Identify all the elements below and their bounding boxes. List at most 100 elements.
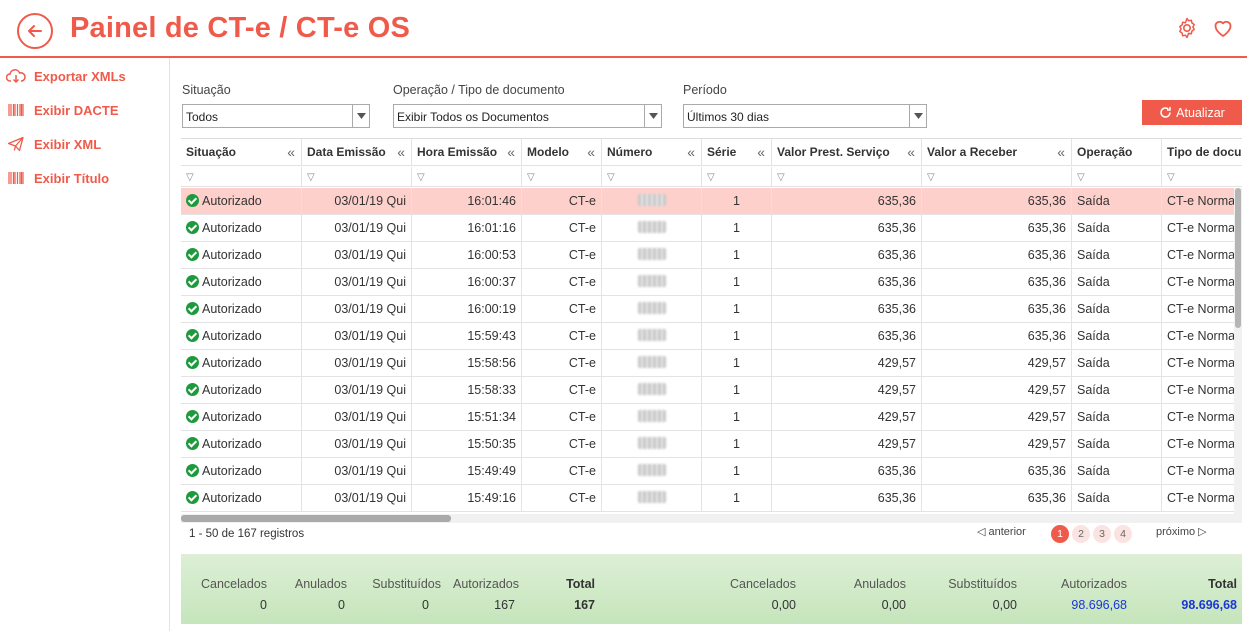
cell-text: 1 (733, 491, 740, 505)
column-header-numero[interactable]: Número « (602, 139, 702, 166)
cell-hora-emissao: 16:01:46 (412, 188, 522, 215)
column-filter-modelo[interactable]: ▽ (522, 167, 602, 187)
cell-text: 635,36 (1027, 194, 1066, 208)
cell-valor-prest-servico: 429,57 (772, 404, 922, 431)
cell-text: 635,36 (877, 329, 916, 343)
cell-serie: 1 (702, 350, 772, 377)
cell-tipo-documento: CT-e Normal (1162, 215, 1242, 242)
collapse-column-icon[interactable]: « (907, 139, 915, 165)
column-filter-valor-prest-servico[interactable]: ▽ (772, 167, 922, 187)
cell-text: 03/01/19 Qui (334, 356, 406, 370)
refresh-button[interactable]: Atualizar (1142, 100, 1242, 125)
column-header-hora-emissao[interactable]: Hora Emissão « (412, 139, 522, 166)
cell-numero (602, 242, 702, 269)
cell-numero (602, 377, 702, 404)
column-filter-serie[interactable]: ▽ (702, 167, 772, 187)
cell-modelo: CT-e (522, 485, 602, 512)
column-filter-numero[interactable]: ▽ (602, 167, 702, 187)
cell-situacao: Autorizado (181, 323, 302, 350)
cell-situacao: Autorizado (181, 350, 302, 377)
table-row[interactable]: Autorizado 03/01/19 Qui 15:51:34 CT-e 1 429,5… (181, 404, 1242, 431)
table-row[interactable]: Autorizado 03/01/19 Qui 16:00:19 CT-e 1 635,3… (181, 296, 1242, 323)
next-page-link[interactable]: próximo ▷ (1156, 525, 1207, 538)
table-row[interactable]: Autorizado 03/01/19 Qui 15:50:35 CT-e 1 429,5… (181, 431, 1242, 458)
collapse-column-icon[interactable]: « (507, 139, 515, 165)
table-row[interactable]: Autorizado 03/01/19 Qui 15:58:33 CT-e 1 429,5… (181, 377, 1242, 404)
sidebar-item-exibir-titulo[interactable]: Exibir Título (6, 167, 109, 189)
column-filter-hora-emissao[interactable]: ▽ (412, 167, 522, 187)
cell-hora-emissao: 15:59:43 (412, 323, 522, 350)
vertical-scrollbar[interactable] (1234, 188, 1242, 523)
column-header-situacao[interactable]: Situação « (181, 139, 302, 166)
sidebar-item-exibir-dacte[interactable]: Exibir DACTE (6, 99, 119, 121)
cell-situacao: Autorizado (181, 377, 302, 404)
column-header-valor-prest-servico[interactable]: Valor Prest. Serviço « (772, 139, 922, 166)
table-row[interactable]: Autorizado 03/01/19 Qui 15:58:56 CT-e 1 429,5… (181, 350, 1242, 377)
cell-situacao: Autorizado (181, 431, 302, 458)
table-row[interactable]: Autorizado 03/01/19 Qui 15:49:49 CT-e 1 635,3… (181, 458, 1242, 485)
column-header-data-emissao[interactable]: Data Emissão « (302, 139, 412, 166)
column-filter-valor-a-receber[interactable]: ▽ (922, 167, 1072, 187)
page-4-button[interactable]: 4 (1114, 525, 1132, 543)
page-1-button[interactable]: 1 (1051, 525, 1069, 543)
collapse-column-icon[interactable]: « (687, 139, 695, 165)
cell-text: 635,36 (877, 302, 916, 316)
cell-serie: 1 (702, 296, 772, 323)
column-header-serie[interactable]: Série « (702, 139, 772, 166)
collapse-column-icon[interactable]: « (587, 139, 595, 165)
table-row[interactable]: Autorizado 03/01/19 Qui 16:00:37 CT-e 1 635,3… (181, 269, 1242, 296)
table-row[interactable]: Autorizado 03/01/19 Qui 16:01:16 CT-e 1 635,3… (181, 215, 1242, 242)
gear-icon[interactable] (1175, 16, 1199, 40)
cell-situacao: Autorizado (181, 269, 302, 296)
column-filter-data-emissao[interactable]: ▽ (302, 167, 412, 187)
collapse-column-icon[interactable]: « (757, 139, 765, 165)
column-header-tipo-documento[interactable]: Tipo de documento (1162, 139, 1242, 166)
column-header-operacao[interactable]: Operação (1072, 139, 1162, 166)
collapse-column-icon[interactable]: « (287, 139, 295, 165)
cell-serie: 1 (702, 269, 772, 296)
chevron-down-icon (352, 105, 369, 127)
table-row[interactable]: Autorizado 03/01/19 Qui 15:49:16 CT-e 1 635,3… (181, 485, 1242, 512)
cell-data-emissao: 03/01/19 Qui (302, 458, 412, 485)
table-row[interactable]: Autorizado 03/01/19 Qui 16:00:53 CT-e 1 635,3… (181, 242, 1242, 269)
collapse-column-icon[interactable]: « (397, 139, 405, 165)
column-header-valor-a-receber[interactable]: Valor a Receber « (922, 139, 1072, 166)
cell-text: 03/01/19 Qui (334, 302, 406, 316)
column-header-modelo[interactable]: Modelo « (522, 139, 602, 166)
situacao-select[interactable]: Todos (182, 104, 370, 128)
collapse-column-icon[interactable]: « (1057, 139, 1065, 165)
cell-text: CT-e Normal (1167, 464, 1238, 478)
cell-modelo: CT-e (522, 242, 602, 269)
cell-valor-prest-servico: 635,36 (772, 215, 922, 242)
horizontal-scrollbar[interactable] (181, 514, 1242, 523)
column-filter-situacao[interactable]: ▽ (181, 167, 302, 187)
table-row[interactable]: Autorizado 03/01/19 Qui 15:59:43 CT-e 1 635,3… (181, 323, 1242, 350)
prev-page-link[interactable]: ◁ anterior (977, 525, 1026, 538)
sidebar-item-exportar-xmls[interactable]: Exportar XMLs (6, 65, 126, 87)
column-filter-operacao[interactable]: ▽ (1072, 167, 1162, 187)
table-row[interactable]: Autorizado 03/01/19 Qui 16:01:46 CT-e 1 635,3… (181, 188, 1242, 215)
cell-text: 429,57 (1027, 383, 1066, 397)
cell-situacao: Autorizado (181, 215, 302, 242)
cell-text: Saída (1077, 464, 1110, 478)
header: Painel de CT-e / CT-e OS (0, 0, 1247, 58)
cell-hora-emissao: 16:01:16 (412, 215, 522, 242)
periodo-select[interactable]: Últimos 30 dias (683, 104, 927, 128)
cell-text: 635,36 (1027, 491, 1066, 505)
column-filter-tipo-documento[interactable]: ▽ (1162, 167, 1242, 187)
back-button[interactable] (17, 13, 53, 49)
cell-text: CT-e (568, 248, 596, 262)
cell-valor-prest-servico: 635,36 (772, 323, 922, 350)
operacao-select[interactable]: Exibir Todos os Documentos (393, 104, 662, 128)
cell-data-emissao: 03/01/19 Qui (302, 431, 412, 458)
refresh-icon (1160, 107, 1171, 118)
sidebar-item-exibir-xml[interactable]: Exibir XML (6, 133, 101, 155)
cell-data-emissao: 03/01/19 Qui (302, 242, 412, 269)
cell-serie: 1 (702, 404, 772, 431)
page-3-button[interactable]: 3 (1093, 525, 1111, 543)
cell-valor-prest-servico: 635,36 (772, 296, 922, 323)
heart-icon[interactable] (1211, 16, 1235, 40)
cell-text: 16:00:37 (467, 275, 516, 289)
column-header-label: Tipo de documento (1167, 145, 1242, 159)
page-2-button[interactable]: 2 (1072, 525, 1090, 543)
